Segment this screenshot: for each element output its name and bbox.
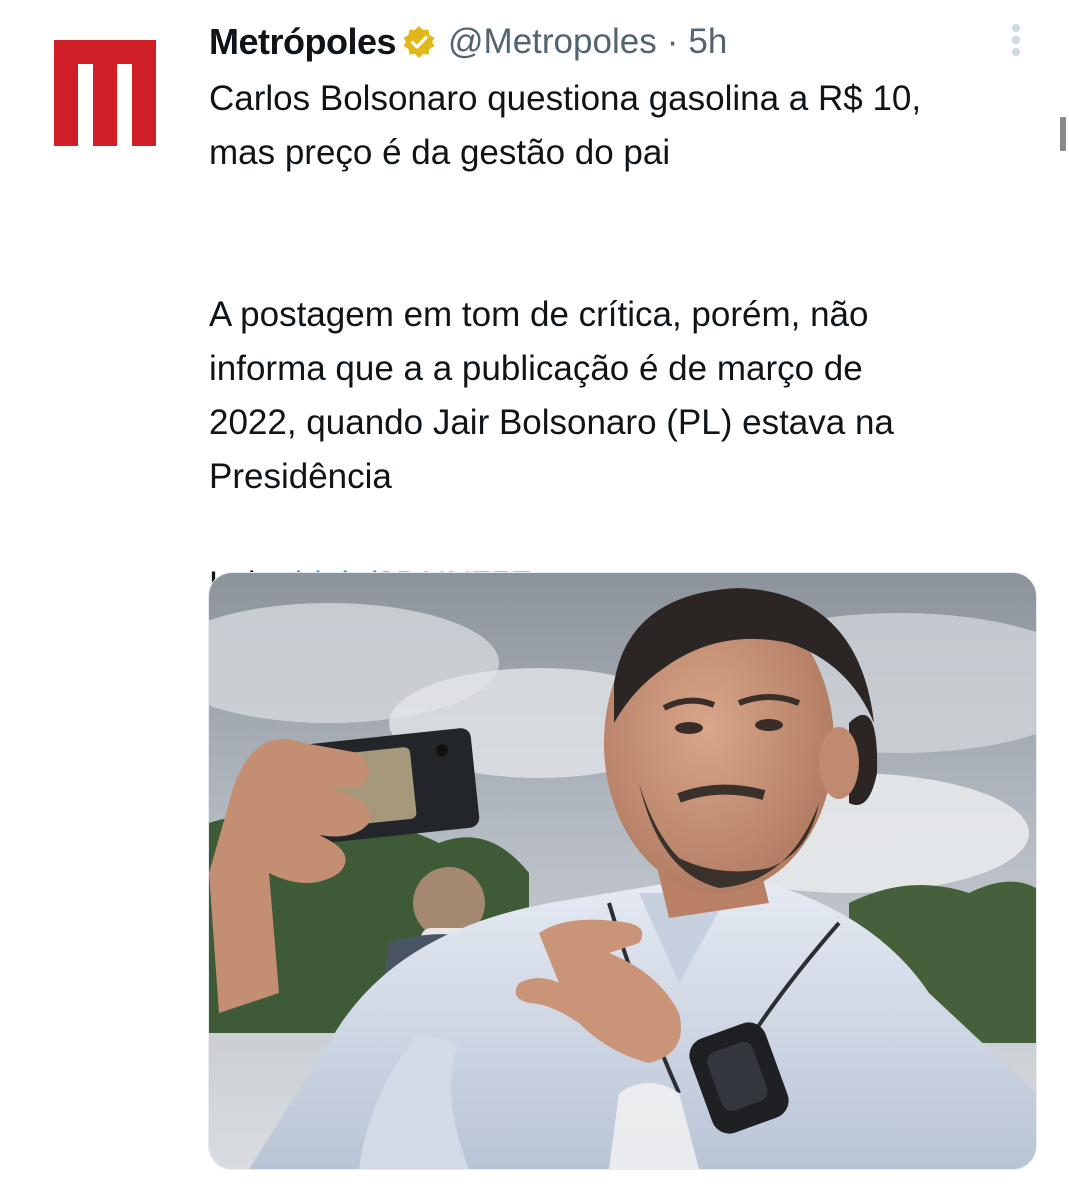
tweet-photo[interactable] xyxy=(208,572,1037,1170)
avatar[interactable] xyxy=(52,40,158,146)
paragraph-line: informa que a a publicação é de março de xyxy=(209,349,863,388)
separator-dot: · xyxy=(666,22,679,61)
tweet[interactable]: Metrópoles @Metropoles · 5h Carlos Bolso… xyxy=(0,0,1069,1200)
scrollbar[interactable] xyxy=(1060,117,1066,151)
more-options-button[interactable] xyxy=(1006,22,1026,58)
author-name[interactable]: Metrópoles xyxy=(209,21,397,63)
photo-illustration xyxy=(209,573,1036,1169)
headline-line: mas preço é da gestão do pai xyxy=(209,133,671,172)
author-handle[interactable]: @Metropoles xyxy=(448,22,657,62)
tweet-timestamp[interactable]: 5h xyxy=(688,22,727,62)
tweet-header: Metrópoles @Metropoles · 5h xyxy=(209,18,727,66)
paragraph-line: Presidência xyxy=(209,457,392,496)
verified-badge-icon xyxy=(402,25,436,59)
tweet-text: Carlos Bolsonaro questiona gasolina a R$… xyxy=(209,72,1039,612)
paragraph-line: 2022, quando Jair Bolsonaro (PL) estava … xyxy=(209,403,894,442)
paragraph-line: A postagem em tom de crítica, porém, não xyxy=(209,295,869,334)
headline-line: Carlos Bolsonaro questiona gasolina a R$… xyxy=(209,79,922,118)
metropoles-m-logo-icon xyxy=(52,40,158,146)
